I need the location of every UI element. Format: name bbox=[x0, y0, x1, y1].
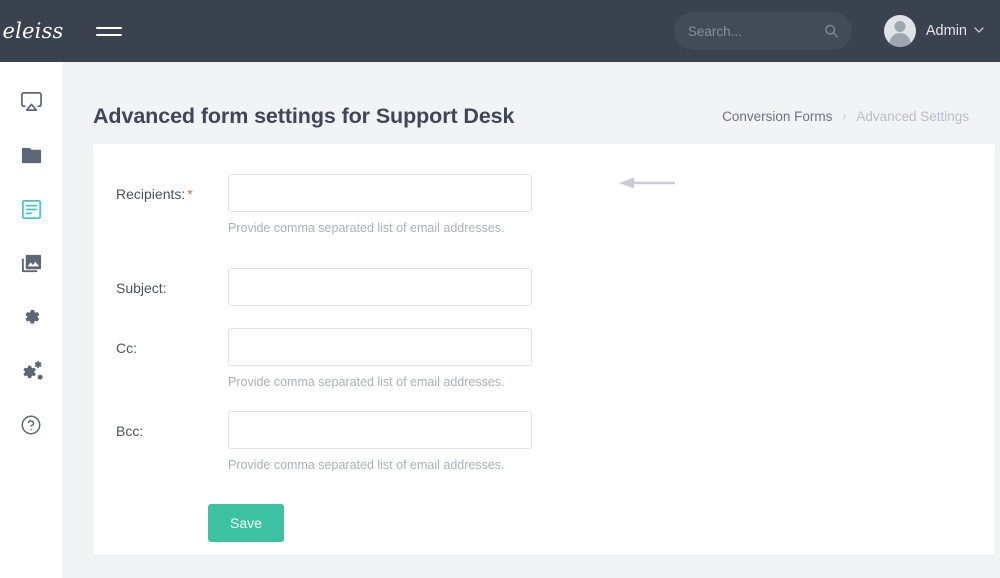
sidebar-item-settings[interactable] bbox=[0, 290, 62, 344]
breadcrumb-current: Advanced Settings bbox=[856, 108, 969, 124]
label-subject-text: Subject: bbox=[116, 280, 167, 296]
brand-logo[interactable]: eleiss bbox=[0, 19, 64, 43]
brand-name: eleiss bbox=[2, 19, 64, 43]
label-recipients: Recipients: * bbox=[116, 174, 228, 203]
field-wrap-recipients: Provide comma separated list of email ad… bbox=[228, 174, 532, 235]
subject-input[interactable] bbox=[228, 268, 532, 306]
hamburger-bar bbox=[96, 26, 122, 29]
topbar-right-group: Admin bbox=[673, 12, 1000, 50]
breadcrumb: Conversion Forms › Advanced Settings bbox=[722, 109, 969, 124]
gears-icon bbox=[19, 360, 44, 383]
sidebar-navigation bbox=[0, 62, 62, 578]
sidebar-item-help[interactable] bbox=[0, 398, 62, 452]
airplay-icon bbox=[20, 90, 43, 113]
required-marker: * bbox=[187, 186, 193, 202]
main-content: Advanced form settings for Support Desk … bbox=[62, 62, 1000, 578]
field-wrap-bcc: Provide comma separated list of email ad… bbox=[228, 411, 532, 472]
images-icon bbox=[20, 252, 43, 275]
form-row-subject: Subject: bbox=[93, 268, 995, 306]
label-subject: Subject: bbox=[116, 268, 228, 297]
help-text-cc: Provide comma separated list of email ad… bbox=[228, 375, 505, 389]
breadcrumb-separator-icon: › bbox=[842, 109, 847, 123]
form-row-recipients: Recipients: * Provide comma separated lis… bbox=[93, 174, 995, 235]
form-list-icon bbox=[20, 198, 43, 221]
chevron-down-icon[interactable] bbox=[974, 26, 984, 36]
form-row-cc: Cc: Provide comma separated list of emai… bbox=[93, 328, 995, 389]
label-cc: Cc: bbox=[116, 328, 228, 357]
search-input[interactable] bbox=[687, 12, 820, 50]
search-box[interactable] bbox=[673, 12, 852, 50]
bcc-input[interactable] bbox=[228, 411, 532, 449]
folder-icon bbox=[20, 144, 43, 167]
settings-card: Recipients: * Provide comma separated lis… bbox=[93, 144, 995, 555]
field-wrap-cc: Provide comma separated list of email ad… bbox=[228, 328, 532, 389]
sidebar-item-advanced-settings[interactable] bbox=[0, 344, 62, 398]
label-recipients-text: Recipients: bbox=[116, 186, 186, 202]
help-text-bcc: Provide comma separated list of email ad… bbox=[228, 458, 505, 472]
app-root: eleiss Admin bbox=[0, 0, 1000, 578]
gear-icon bbox=[20, 306, 42, 328]
hamburger-icon[interactable] bbox=[96, 21, 122, 41]
label-bcc-text: Bcc: bbox=[116, 423, 144, 439]
sidebar-item-dashboard[interactable] bbox=[0, 74, 62, 128]
page-title: Advanced form settings for Support Desk bbox=[93, 103, 515, 128]
form-row-bcc: Bcc: Provide comma separated list of ema… bbox=[93, 411, 995, 472]
search-icon[interactable] bbox=[824, 24, 839, 39]
avatar bbox=[883, 15, 916, 47]
field-wrap-subject bbox=[228, 268, 532, 306]
cc-input[interactable] bbox=[228, 328, 532, 366]
sidebar-item-files[interactable] bbox=[0, 128, 62, 182]
form-actions: Save bbox=[93, 504, 995, 542]
sidebar-item-conversion-forms[interactable] bbox=[0, 182, 62, 236]
breadcrumb-parent[interactable]: Conversion Forms bbox=[722, 109, 832, 124]
page-header: Advanced form settings for Support Desk … bbox=[62, 62, 1000, 144]
top-navigation-bar: eleiss Admin bbox=[0, 0, 1000, 62]
user-name: Admin bbox=[925, 23, 967, 39]
label-bcc: Bcc: bbox=[116, 411, 228, 440]
user-menu[interactable]: Admin bbox=[883, 15, 984, 47]
sidebar-item-media[interactable] bbox=[0, 236, 62, 290]
hamburger-bar bbox=[96, 33, 122, 36]
help-text-recipients: Provide comma separated list of email ad… bbox=[228, 221, 505, 235]
help-circle-icon bbox=[20, 414, 42, 436]
recipients-input[interactable] bbox=[228, 174, 532, 212]
label-cc-text: Cc: bbox=[116, 340, 137, 356]
save-button[interactable]: Save bbox=[208, 504, 284, 542]
